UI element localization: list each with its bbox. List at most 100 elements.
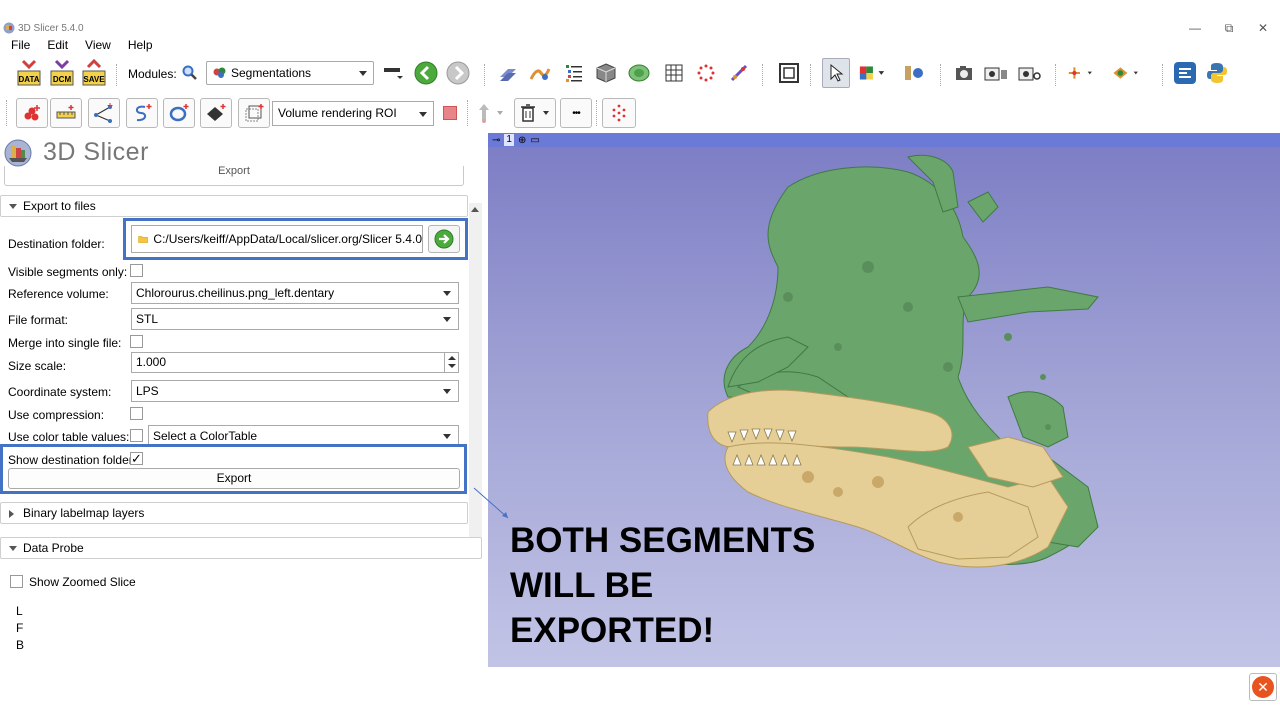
crosshair-button[interactable]: [900, 58, 928, 88]
place-fiducial-button[interactable]: [1066, 58, 1094, 88]
segment-editor-button[interactable]: [625, 58, 653, 88]
pin-icon[interactable]: ⊸: [492, 135, 500, 146]
data-probe-header[interactable]: Data Probe: [0, 537, 482, 559]
dots-burst-icon: [697, 64, 715, 82]
volume-rendering-button[interactable]: [592, 58, 620, 88]
markup-color-button[interactable]: [437, 98, 463, 128]
place-mode-button[interactable]: [472, 98, 508, 128]
transforms-button[interactable]: [692, 58, 720, 88]
markup-node-selector[interactable]: Volume rendering ROI: [272, 101, 434, 126]
center-view-icon[interactable]: ⊕: [518, 135, 526, 146]
volumes-icon: [500, 69, 516, 81]
scene-view-button[interactable]: [982, 58, 1010, 88]
use-compression-checkbox[interactable]: [130, 407, 143, 420]
annotation-line-3: EXPORTED!: [510, 611, 715, 650]
window-level-button[interactable]: [858, 58, 886, 88]
expand-triangle-icon: [9, 510, 14, 518]
menu-bar: File Edit View Help: [0, 37, 159, 54]
visible-segments-label: Visible segments only:: [8, 265, 128, 279]
back-button[interactable]: [412, 58, 440, 88]
use-color-table-checkbox[interactable]: [130, 429, 143, 442]
probe-line-b: B: [16, 638, 25, 652]
history-icon: [384, 68, 403, 79]
more-options-button[interactable]: •••: [560, 98, 592, 128]
save-icon: SAVE: [82, 59, 106, 86]
view-number: 1: [504, 134, 514, 146]
load-dicom-button[interactable]: DCM: [48, 58, 76, 88]
module-search-button[interactable]: [176, 58, 204, 88]
camera-search-icon: [1018, 67, 1041, 81]
scroll-up-icon[interactable]: [471, 207, 479, 212]
create-roi-button[interactable]: [238, 98, 270, 128]
volumes-module-button[interactable]: [494, 58, 522, 88]
create-plane-button[interactable]: [200, 98, 232, 128]
annotation-line-2: WILL BE: [510, 566, 654, 605]
close-window-button[interactable]: ✕: [1246, 18, 1280, 38]
reference-volume-select[interactable]: Chlorourus.cheilinus.png_left.dentary: [131, 282, 459, 304]
slicer-app-icon: [3, 22, 15, 34]
capture-button[interactable]: [950, 58, 978, 88]
binary-labelmap-header[interactable]: Binary labelmap layers: [0, 502, 468, 524]
extensions-manager-button[interactable]: [1171, 58, 1199, 88]
module-selected: Segmentations: [231, 66, 312, 80]
module-scroll-area[interactable]: Export Export to files Destination folde…: [0, 163, 483, 537]
save-button[interactable]: SAVE: [80, 58, 108, 88]
data-module-button[interactable]: [560, 58, 588, 88]
data-probe-title: Data Probe: [23, 541, 84, 555]
module-selector[interactable]: Segmentations: [206, 61, 374, 85]
window-level-icon: [859, 66, 885, 80]
search-icon: [182, 65, 197, 80]
svg-text:SAVE: SAVE: [83, 75, 105, 84]
create-closed-curve-button[interactable]: [163, 98, 195, 128]
export-to-models-button[interactable]: Export: [4, 166, 464, 186]
spin-up-icon[interactable]: [448, 356, 456, 360]
spin-down-icon[interactable]: [448, 364, 456, 368]
data-icon: DATA: [17, 59, 41, 86]
interaction-mode-button[interactable]: [1112, 58, 1140, 88]
probe-line-f: F: [16, 621, 24, 635]
delete-points-button[interactable]: [514, 98, 556, 128]
size-scale-input[interactable]: 1.000: [131, 352, 459, 373]
models-module-button[interactable]: [526, 58, 554, 88]
module-history-button[interactable]: [380, 58, 408, 88]
arrow-right-icon: [446, 61, 470, 85]
create-fiducial-button[interactable]: [16, 98, 48, 128]
angle-icon: [94, 103, 113, 123]
menu-edit[interactable]: Edit: [36, 37, 74, 54]
chevron-down-icon: [443, 317, 451, 322]
create-angle-button[interactable]: [88, 98, 120, 128]
markups-table-button[interactable]: [660, 58, 688, 88]
menu-help[interactable]: Help: [117, 37, 159, 54]
load-data-button[interactable]: DATA: [15, 58, 43, 88]
create-curve-button[interactable]: [126, 98, 158, 128]
python-console-button[interactable]: [1203, 58, 1231, 88]
visible-segments-checkbox[interactable]: [130, 264, 143, 277]
markup-place-icon: [1113, 67, 1138, 79]
error-log-button[interactable]: ✕: [1249, 673, 1277, 701]
coordinate-system-select[interactable]: LPS: [131, 380, 459, 402]
maximize-view-icon[interactable]: ▭: [530, 135, 539, 146]
python-icon: [1207, 63, 1227, 83]
merge-checkbox[interactable]: [130, 335, 143, 348]
screenshot-icon: [905, 66, 923, 80]
size-scale-stepper[interactable]: [444, 353, 458, 372]
export-to-models-label: Export: [218, 166, 250, 177]
minimize-button[interactable]: —: [1178, 18, 1212, 38]
create-line-button[interactable]: [50, 98, 82, 128]
file-format-select[interactable]: STL: [131, 308, 459, 330]
layout-toggle-button[interactable]: [775, 58, 803, 88]
pointer-mode-button[interactable]: [822, 58, 850, 88]
view-manager-button[interactable]: [1016, 58, 1044, 88]
export-to-files-header[interactable]: Export to files: [0, 195, 468, 217]
menu-view[interactable]: View: [74, 37, 117, 54]
show-zoomed-slice-checkbox[interactable]: [10, 575, 23, 588]
window-title: 3D Slicer 5.4.0: [18, 22, 84, 34]
forward-button[interactable]: [444, 58, 472, 88]
use-compression-label: Use compression:: [8, 408, 105, 422]
curve-icon: [135, 104, 152, 122]
markups-button[interactable]: [725, 58, 753, 88]
markups-module-button[interactable]: [602, 98, 636, 128]
maximize-button[interactable]: ⧉: [1212, 18, 1246, 38]
closed-curve-icon: [169, 104, 189, 122]
menu-file[interactable]: File: [0, 37, 36, 54]
